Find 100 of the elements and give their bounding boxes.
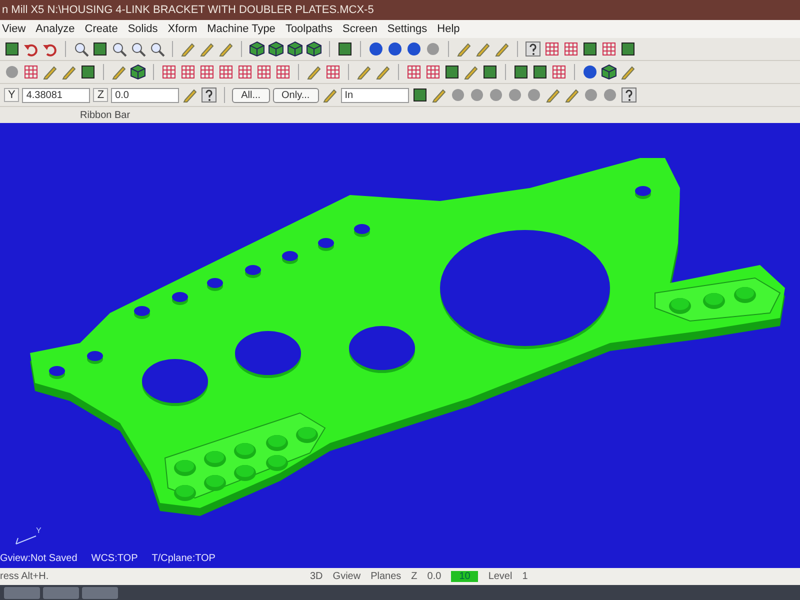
round-button-icon[interactable] [4, 64, 20, 80]
cube-icon[interactable] [249, 41, 265, 57]
pencil-icon[interactable] [322, 87, 338, 103]
pencil-icon[interactable] [199, 41, 215, 57]
cube-icon[interactable] [130, 64, 146, 80]
pencil-icon[interactable] [356, 64, 372, 80]
z-depth-field[interactable]: 0.0 [427, 571, 442, 582]
round-button-icon[interactable] [488, 87, 504, 103]
level-label: Level [488, 571, 512, 582]
square-icon[interactable] [4, 41, 20, 57]
square-icon[interactable] [482, 64, 498, 80]
grid-icon[interactable] [325, 64, 341, 80]
status-button[interactable]: 3D [310, 571, 323, 582]
pencil-icon[interactable] [180, 41, 196, 57]
menu-item[interactable]: Toolpaths [285, 23, 333, 35]
pencil-icon[interactable] [463, 64, 479, 80]
sphere-icon[interactable] [406, 41, 422, 57]
pencil-icon[interactable] [494, 41, 510, 57]
grid-icon[interactable] [275, 64, 291, 80]
grid-icon[interactable] [218, 64, 234, 80]
ribbon-button[interactable]: All... [232, 88, 270, 102]
magnifier-icon[interactable] [149, 41, 165, 57]
menu-item[interactable]: Xform [168, 23, 198, 35]
square-icon[interactable] [582, 41, 598, 57]
grid-icon[interactable] [237, 64, 253, 80]
round-button-icon[interactable] [582, 87, 599, 103]
pencil-icon[interactable] [544, 87, 561, 103]
pencil-icon[interactable] [475, 41, 491, 57]
grid-icon[interactable] [544, 41, 560, 57]
square-icon[interactable] [92, 41, 108, 57]
mode-dropdown[interactable]: In [340, 88, 409, 102]
magnifier-icon[interactable] [111, 41, 127, 57]
cube-icon[interactable] [306, 41, 322, 57]
menu-item[interactable]: Solids [128, 23, 158, 35]
round-button-icon[interactable] [526, 87, 542, 103]
grid-icon[interactable] [23, 64, 39, 80]
square-icon[interactable] [532, 64, 548, 80]
cube-icon[interactable] [268, 41, 284, 57]
help-icon[interactable] [525, 41, 541, 57]
sphere-icon[interactable] [582, 64, 598, 80]
menu-item[interactable]: Analyze [36, 23, 75, 35]
axis-label: Y [36, 526, 42, 535]
y-coordinate-field[interactable]: 4.38081 [22, 88, 90, 102]
status-button[interactable]: Gview [332, 571, 361, 582]
magnifier-icon[interactable] [73, 41, 89, 57]
taskbar-button[interactable] [43, 586, 79, 598]
square-icon[interactable] [412, 87, 428, 103]
grid-icon[interactable] [256, 64, 272, 80]
z-label: Z [411, 571, 418, 582]
sphere-icon[interactable] [387, 41, 403, 57]
menu-item[interactable]: Create [84, 23, 118, 35]
help-icon[interactable] [620, 87, 637, 103]
round-button-icon[interactable] [468, 87, 485, 103]
taskbar-button[interactable] [82, 586, 118, 598]
coordinate-label: Y [4, 88, 20, 102]
sphere-icon[interactable] [368, 41, 384, 57]
status-button[interactable]: Planes [370, 571, 402, 582]
axis-indicator-icon [16, 536, 36, 544]
pencil-icon[interactable] [375, 64, 391, 80]
z-coordinate-field[interactable]: 0.0 [111, 88, 180, 102]
pencil-icon[interactable] [306, 64, 322, 80]
menu-item[interactable]: Help [437, 23, 460, 35]
pencil-icon[interactable] [182, 87, 198, 103]
grid-icon[interactable] [601, 41, 617, 57]
help-icon[interactable] [201, 87, 218, 103]
round-button-icon[interactable] [450, 87, 466, 103]
square-icon[interactable] [513, 64, 529, 80]
pencil-icon[interactable] [430, 87, 447, 103]
magnifier-icon[interactable] [130, 41, 146, 57]
square-icon[interactable] [337, 41, 353, 57]
square-icon[interactable] [80, 64, 96, 80]
ribbon-button[interactable]: Only... [272, 88, 319, 102]
wcs-label: WCS:TOP [91, 553, 138, 564]
pencil-icon[interactable] [111, 64, 127, 80]
pencil-icon[interactable] [61, 64, 77, 80]
pencil-icon[interactable] [456, 41, 472, 57]
menu-item[interactable]: Machine Type [207, 23, 276, 35]
pencil-icon[interactable] [620, 64, 636, 80]
grid-icon[interactable] [551, 64, 567, 80]
pencil-icon[interactable] [218, 41, 234, 57]
pencil-icon[interactable] [564, 87, 580, 103]
grid-icon[interactable] [161, 64, 177, 80]
cube-icon[interactable] [601, 64, 617, 80]
grid-icon[interactable] [425, 64, 441, 80]
level-field[interactable]: 1 [522, 571, 528, 582]
coordinate-label: Z [93, 88, 108, 102]
cube-icon[interactable] [287, 41, 303, 57]
taskbar-button[interactable] [4, 586, 40, 598]
grid-icon[interactable] [563, 41, 579, 57]
pencil-icon[interactable] [42, 64, 58, 80]
menu-item[interactable]: Screen [342, 23, 378, 35]
grid-icon[interactable] [180, 64, 196, 80]
menu-item[interactable]: Settings [387, 23, 428, 35]
square-icon[interactable] [620, 41, 636, 57]
menu-item[interactable]: View [2, 23, 26, 35]
square-icon[interactable] [444, 64, 460, 80]
round-button-icon[interactable] [506, 87, 523, 103]
round-button-icon[interactable] [425, 41, 441, 57]
grid-icon[interactable] [406, 64, 422, 80]
grid-icon[interactable] [199, 64, 215, 80]
